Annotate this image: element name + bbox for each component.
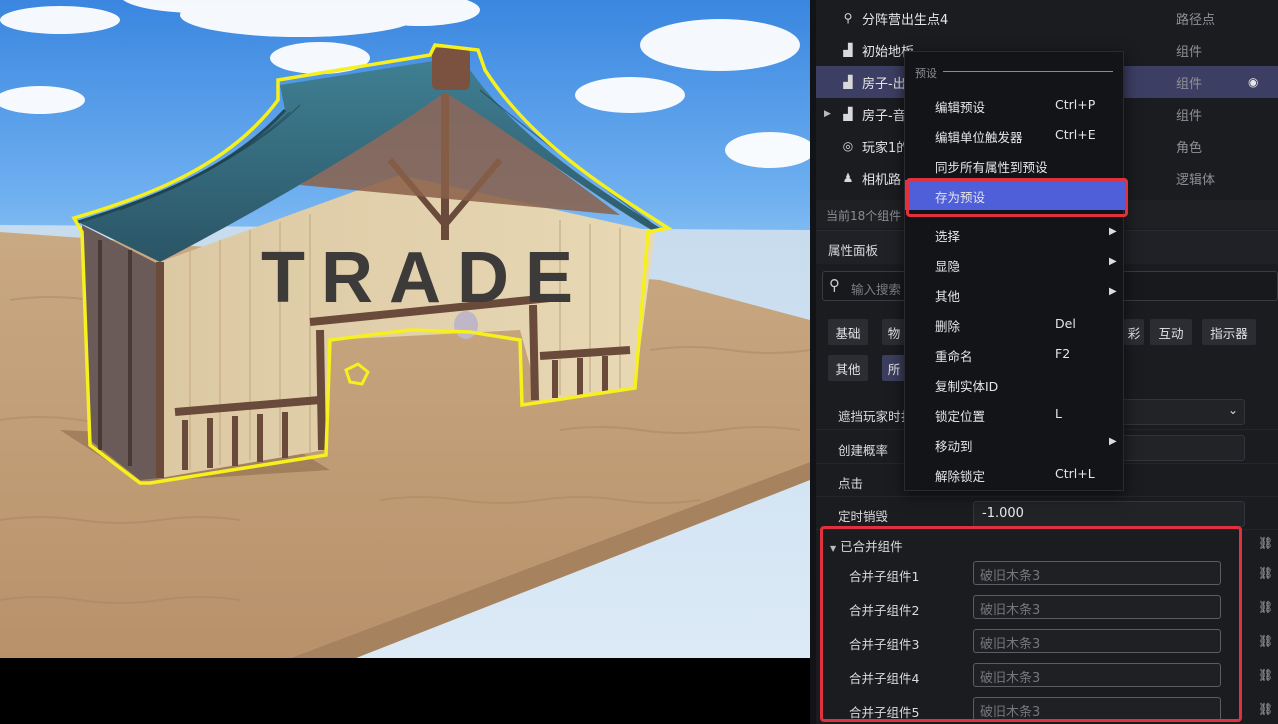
outliner-row-name: 房子-出 (862, 76, 906, 92)
menu-item-label: 重命名 (935, 349, 973, 364)
search-placeholder: 输入搜索 (851, 282, 902, 297)
menu-group-divider (943, 71, 1113, 72)
tab-all[interactable]: 所 (882, 355, 906, 381)
menu-item-label: 复制实体ID (935, 379, 999, 394)
menu-item-lock[interactable]: 锁定位置 L (905, 399, 1125, 429)
outliner-row-type: 组件 (1176, 76, 1203, 92)
property-label: 遮挡玩家时扌 (838, 409, 914, 424)
outliner-row-type: 组件 (1176, 108, 1203, 124)
menu-item-edit-preset[interactable]: 编辑预设 Ctrl+P (905, 90, 1125, 120)
submenu-arrow-icon: ▶ (1109, 256, 1117, 267)
submenu-arrow-icon: ▶ (1109, 436, 1117, 447)
menu-item-unlock[interactable]: 解除锁定 Ctrl+L (905, 459, 1125, 489)
outliner-row[interactable]: ⚲ 分阵营出生点4 路径点 (816, 2, 1278, 34)
outliner-row-type: 逻辑体 (1176, 172, 1216, 188)
outliner-row-type: 组件 (1176, 44, 1203, 60)
tab-basic[interactable]: 基础 (828, 319, 868, 345)
viewport-bottom-bar (0, 658, 810, 724)
save-preset-highlight (906, 178, 1128, 217)
chevron-down-icon: ⌄ (1227, 403, 1238, 417)
menu-item-label: 显隐 (935, 259, 961, 274)
menu-item-shortcut: L (1055, 406, 1062, 421)
link-icon[interactable]: ⛓ (1258, 536, 1273, 550)
menu-item-label: 解除锁定 (935, 469, 986, 484)
link-icon[interactable]: ⛓ (1258, 600, 1273, 614)
menu-item-shortcut: F2 (1055, 346, 1071, 361)
scene-viewport[interactable]: TRADE (0, 0, 810, 658)
component-icon: ▟ (843, 107, 853, 121)
menu-item-move-to[interactable]: 移动到 ▶ (905, 429, 1125, 459)
menu-item-other[interactable]: 其他 ▶ (905, 279, 1125, 309)
menu-item-shortcut: Ctrl+E (1055, 127, 1096, 142)
outliner-row-name: 相机路 (862, 172, 902, 188)
menu-item-label: 其他 (935, 289, 961, 304)
link-icon[interactable]: ⛓ (1258, 634, 1273, 648)
property-label: 创建概率 (838, 443, 889, 458)
merged-components-highlight (820, 526, 1242, 722)
menu-group-label: 预设 (915, 67, 937, 80)
menu-item-label: 锁定位置 (935, 409, 986, 424)
menu-item-shortcut: Ctrl+P (1055, 97, 1096, 112)
menu-item-shortcut: Ctrl+L (1055, 466, 1095, 481)
tab-other[interactable]: 其他 (828, 355, 868, 381)
timed-destroy-input[interactable]: -1.000 (973, 501, 1245, 527)
search-icon: ⚲ (829, 276, 840, 294)
expand-arrow-icon[interactable]: ▶ (824, 109, 831, 119)
menu-item-label: 编辑单位触发器 (935, 130, 1023, 145)
submenu-arrow-icon: ▶ (1109, 226, 1117, 237)
logic-icon: ♟ (842, 171, 854, 185)
player-icon: ◎ (842, 139, 854, 153)
link-icon[interactable]: ⛓ (1258, 702, 1273, 716)
menu-item-label: 选择 (935, 229, 961, 244)
menu-item-sync-preset[interactable]: 同步所有属性到预设 (905, 150, 1125, 180)
link-icon[interactable]: ⛓ (1258, 668, 1273, 682)
visibility-eye-icon[interactable]: ◉ (1248, 75, 1258, 89)
menu-item-select[interactable]: 选择 ▶ (905, 219, 1125, 249)
menu-item-shortcut: Del (1055, 316, 1076, 331)
context-menu: 预设 编辑预设 Ctrl+P 编辑单位触发器 Ctrl+E 同步所有属性到预设 … (904, 51, 1125, 491)
outliner-row-name: 玩家1的 (862, 140, 910, 156)
menu-item-copy-id[interactable]: 复制实体ID (905, 369, 1125, 399)
component-icon: ▟ (843, 43, 853, 57)
tab-interaction[interactable]: 互动 (1150, 319, 1192, 345)
outliner-row-name: 分阵营出生点4 (862, 12, 949, 28)
outliner-row-name: 房子-音 (862, 108, 906, 124)
submenu-arrow-icon: ▶ (1109, 286, 1117, 297)
menu-item-rename[interactable]: 重命名 F2 (905, 339, 1125, 369)
menu-item-label: 删除 (935, 319, 961, 334)
property-label: 点击 (838, 476, 864, 491)
tab-appearance[interactable]: 彩 (1124, 319, 1144, 345)
menu-item-label: 同步所有属性到预设 (935, 160, 1048, 175)
component-icon: ▟ (843, 75, 853, 89)
menu-item-label: 移动到 (935, 439, 973, 454)
outliner-row-type: 路径点 (1176, 12, 1216, 28)
tab-indicator[interactable]: 指示器 (1202, 319, 1256, 345)
menu-item-edit-trigger[interactable]: 编辑单位触发器 Ctrl+E (905, 120, 1125, 150)
menu-item-visibility[interactable]: 显隐 ▶ (905, 249, 1125, 279)
scene-render: TRADE (0, 0, 810, 658)
menu-item-label: 编辑预设 (935, 100, 986, 115)
menu-item-delete[interactable]: 删除 Del (905, 309, 1125, 339)
outliner-row-type: 角色 (1176, 140, 1203, 156)
tab-physics[interactable]: 物 (882, 319, 906, 345)
sign-text: TRADE (261, 238, 589, 318)
waypoint-icon: ⚲ (843, 11, 853, 25)
link-icon[interactable]: ⛓ (1258, 566, 1273, 580)
property-label: 定时销毁 (838, 509, 889, 524)
